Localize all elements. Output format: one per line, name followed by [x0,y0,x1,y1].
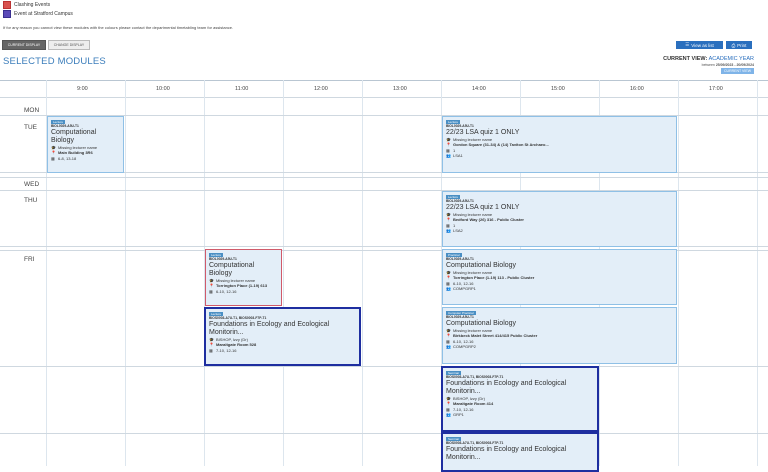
day-label-mon: MON [24,107,40,114]
print-label: Print [737,42,747,48]
day-label-tue: TUE [24,124,37,131]
current-view-panel: CURRENT VIEW: ACADEMIC YEAR between 25/0… [663,56,754,74]
event-title: 22/23 LSA quiz 1 ONLY [446,128,520,136]
group-icon: 👥 [446,412,451,418]
legend-item-clashing: Clashing Events [3,1,50,9]
legend-label: Clashing Events [14,2,51,8]
current-display-button[interactable]: CURRENT DISPLAY [2,40,46,50]
time-header: 10:00 [156,86,170,92]
day-label-fri: FRI [24,256,35,263]
day-label-thu: THU [24,197,38,204]
time-header: 11:00 [235,86,249,92]
change-display-button[interactable]: CHANGE DISPLAY [48,40,90,50]
current-view-value: ACADEMIC YEAR [708,56,754,62]
current-view-label: CURRENT VIEW: [663,56,708,62]
legend-label: Event at Stratford Campus [14,11,73,17]
event-title: 22/23 LSA quiz 1 ONLY [446,203,520,211]
event-group: COMPGRP2 [453,344,476,350]
event-title: Computational Biology [446,261,517,269]
event-title: Computational Biology [446,319,517,327]
day-label-wed: WED [24,181,40,188]
event-card[interactable]: Lecture BIOS0003-A7U-T1, BIOS0003-F7P-T1… [204,307,361,366]
time-header: 16:00 [630,86,644,92]
group-icon: 👥 [446,228,451,234]
event-weeks: 6-10, 12-16 [216,288,237,294]
event-location: Gordon Square (31-34) & (14) Taviton St … [453,142,549,148]
event-title: Computational Biology [51,128,97,144]
event-title: Foundations in Ecology and Ecological Mo… [446,445,567,461]
event-title: Foundations in Ecology and Ecological Mo… [446,379,567,395]
event-card[interactable]: Lecture BIOL0029-A5U-T1 Computational Bi… [205,249,282,306]
event-card[interactable]: Lecture BIOL0029-A5U-T1 22/23 LSA quiz 1… [442,191,677,247]
time-header: 9:00 [77,86,88,92]
print-icon: ⎙ [731,42,736,48]
time-header: 14:00 [472,86,486,92]
event-group: LSA2 [453,228,463,234]
event-weeks: 7-10, 12-16 [216,347,237,353]
calendar-icon: ▦ [209,288,213,294]
time-header: 17:00 [709,86,723,92]
event-card[interactable]: Practical BIOL0029-A5U-T1 Computational … [442,249,677,305]
clash-swatch-icon [3,1,11,9]
event-card[interactable]: Computer Practical BIOL0029-A5U-T1 Compu… [442,307,677,364]
time-header: 13:00 [393,86,407,92]
timetable-grid: 9:00 10:00 11:00 12:00 13:00 14:00 15:00… [0,80,768,472]
legend-item-stratford: Event at Stratford Campus [3,10,73,18]
group-icon: 👥 [446,153,451,159]
group-icon: 👥 [446,344,451,350]
calendar-icon: ▦ [209,347,213,353]
view-as-list-button[interactable]: ☰ View as list [676,41,723,49]
event-group: GRP1 [453,412,464,418]
event-card[interactable]: Lecture BIOL0029-A5U-T1 Computational Bi… [47,116,124,173]
view-as-list-label: View as list [691,42,714,48]
event-title: Computational Biology [209,261,255,277]
calendar-icon: ▦ [51,155,55,161]
list-icon: ☰ [685,42,690,47]
event-card[interactable]: Lecture BIOL0029-A5U-T1 22/23 LSA quiz 1… [442,116,677,173]
page-title: SELECTED MODULES [3,56,106,67]
event-card[interactable]: Seminar BIOS0003-A7U-T1, BIOS0003-F7P-T1… [441,366,599,432]
event-location: Bedford Way (26) 316 - Public Cluster [453,217,524,223]
current-view-dates-prefix: between [701,63,715,67]
stratford-swatch-icon [3,10,11,18]
event-weeks: 6-8, 13-18 [58,155,77,161]
time-header: 15:00 [551,86,565,92]
event-group: LSA1 [453,153,463,159]
colour-note: If for any reason you cannot view these … [3,25,234,30]
print-button[interactable]: ⎙ Print [726,41,752,49]
event-title: Foundations in Ecology and Ecological Mo… [209,320,330,336]
event-card[interactable]: Seminar BIOS0003-A7U-T1, BIOS0003-F7P-T1… [441,432,599,472]
event-group: COMPGRP1 [453,286,476,292]
time-header: 12:00 [314,86,328,92]
group-icon: 👥 [446,286,451,292]
current-view-button[interactable]: CURRENT VIEW [721,68,754,74]
